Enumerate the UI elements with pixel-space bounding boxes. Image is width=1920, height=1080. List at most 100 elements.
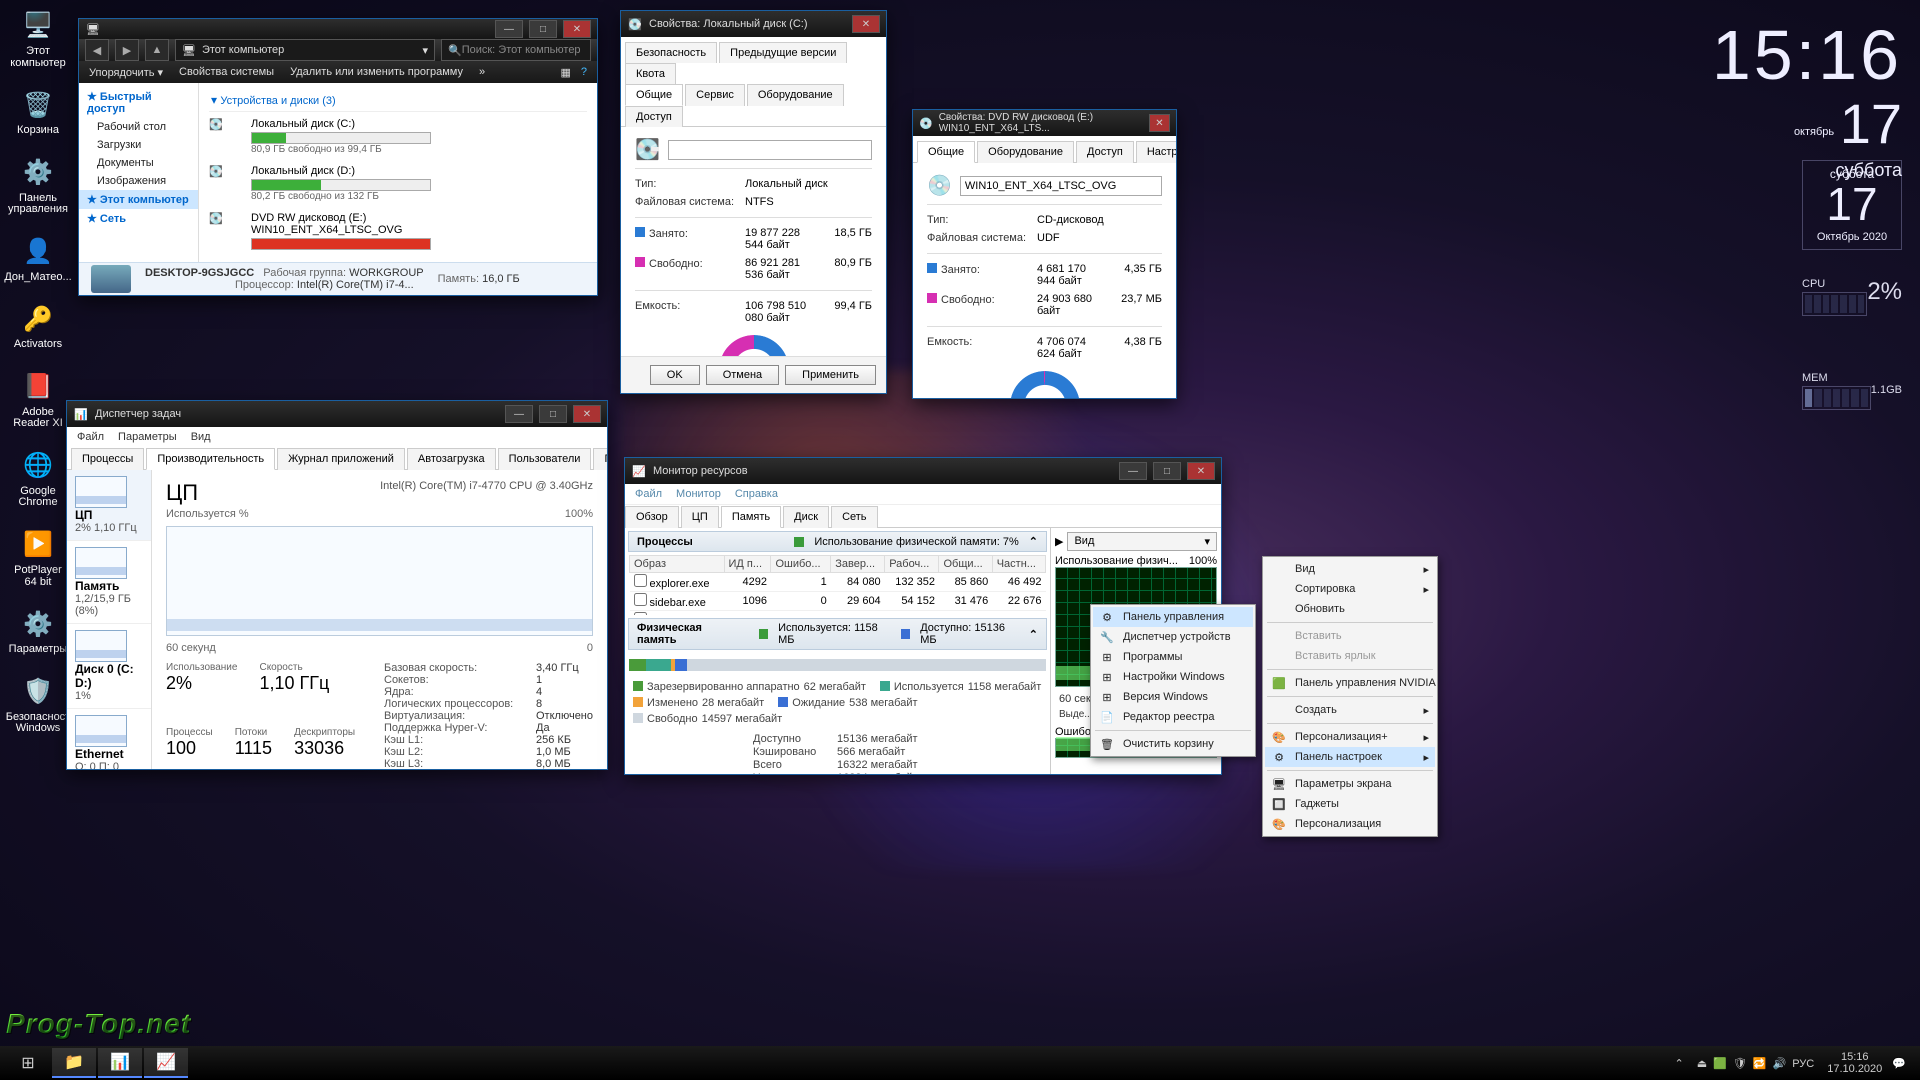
nav-item[interactable]: Загрузки xyxy=(79,136,198,154)
menu-item[interactable]: Файл xyxy=(635,488,662,500)
tab[interactable]: Память xyxy=(721,506,781,528)
menu-item[interactable]: Вид xyxy=(191,431,211,443)
desktop-icon[interactable]: 🛡️Безопасност Windows xyxy=(8,674,68,735)
command-item[interactable]: Упорядочить ▾ xyxy=(89,66,163,79)
perf-tile[interactable]: Память1,2/15,9 ГБ (8%) xyxy=(67,541,151,624)
command-item[interactable]: Удалить или изменить программу xyxy=(290,66,463,78)
titlebar[interactable]: 📊Диспетчер задач—□✕ xyxy=(67,401,607,427)
drive-item[interactable]: 💽Локальный диск (D:)80,2 ГБ свободно из … xyxy=(209,165,439,202)
context-item[interactable]: Вид▸ xyxy=(1265,559,1435,579)
menu-item[interactable]: Монитор xyxy=(676,488,721,500)
desktop-icon[interactable]: 🗑️Корзина xyxy=(8,87,68,137)
command-item[interactable]: » xyxy=(479,66,485,78)
minimize-button[interactable]: — xyxy=(1119,462,1147,480)
taskbar-taskmgr[interactable]: 📊 xyxy=(98,1048,142,1078)
maximize-button[interactable]: □ xyxy=(1153,462,1181,480)
context-item[interactable]: 🔧Диспетчер устройств xyxy=(1093,627,1253,647)
context-item[interactable]: ⊞Настройки Windows xyxy=(1093,667,1253,687)
tray-icon[interactable]: 🔊 xyxy=(1773,1058,1787,1070)
nav-item[interactable]: Рабочий стол xyxy=(79,118,198,136)
close-button[interactable]: ✕ xyxy=(1149,114,1170,132)
memory-section-header[interactable]: Физическая памятьИспользуется: 1158 МБДо… xyxy=(628,618,1047,650)
close-button[interactable]: ✕ xyxy=(563,20,591,38)
expand-icon[interactable]: ▶ xyxy=(1055,535,1063,548)
minimize-button[interactable]: — xyxy=(495,20,523,38)
col-header[interactable]: Ошибо... xyxy=(771,556,831,573)
maximize-button[interactable]: □ xyxy=(539,405,567,423)
tab[interactable]: Безопасность xyxy=(625,42,717,63)
perf-tile[interactable]: ЦП2% 1,10 ГГц xyxy=(67,470,151,541)
collapse-icon[interactable]: ⌃ xyxy=(1029,535,1038,548)
table-row[interactable]: explorer.exe4292184 080132 35285 86046 4… xyxy=(630,573,1046,592)
menu-bar[interactable]: ФайлПараметрыВид xyxy=(67,427,607,447)
context-item[interactable]: 🖥Параметры экрана xyxy=(1265,774,1435,794)
context-item[interactable]: ⊞Версия Windows xyxy=(1093,687,1253,707)
context-item[interactable]: 🗑Очистить корзину xyxy=(1093,734,1253,754)
titlebar[interactable]: 💽Свойства: Локальный диск (C:)✕ xyxy=(621,11,886,37)
titlebar[interactable]: 📈Монитор ресурсов—□✕ xyxy=(625,458,1221,484)
command-item[interactable]: Свойства системы xyxy=(179,66,274,78)
taskbar[interactable]: ⊞ 📁 📊 📈 ⌃ ⏏🟩🛡🔁🔊РУС 15:1617.10.2020 💬 xyxy=(0,1046,1920,1080)
col-header[interactable]: Частн... xyxy=(992,556,1045,573)
tab[interactable]: Пользователи xyxy=(498,448,592,470)
col-header[interactable]: Образ xyxy=(630,556,725,573)
tab[interactable]: Журнал приложений xyxy=(277,448,405,470)
back-button[interactable]: ◀ xyxy=(85,39,109,61)
desktop-icon[interactable]: ▶️PotPlayer 64 bit xyxy=(8,527,68,588)
search-input[interactable]: 🔍 Поиск: Этот компьютер xyxy=(441,39,591,61)
tab[interactable]: Процессы xyxy=(71,448,144,470)
drive-item[interactable]: 💽Локальный диск (C:)80,9 ГБ свободно из … xyxy=(209,118,439,155)
view-icon[interactable]: ▦ xyxy=(560,66,570,79)
desktop-icon[interactable]: 🔑Activators xyxy=(8,301,68,351)
help-icon[interactable]: ? xyxy=(581,66,587,78)
maximize-button[interactable]: □ xyxy=(529,20,557,38)
desktop-icon[interactable]: ⚙️Параметры xyxy=(8,606,68,656)
tab[interactable]: Доступ xyxy=(1076,141,1134,163)
col-header[interactable]: Завер... xyxy=(831,556,885,573)
tab[interactable]: Подробности xyxy=(593,448,607,470)
tab[interactable]: Сервис xyxy=(685,84,745,106)
nav-item[interactable]: ★ Сеть xyxy=(79,209,198,228)
tab[interactable]: Предыдущие версии xyxy=(719,42,847,63)
col-header[interactable]: Рабоч... xyxy=(885,556,939,573)
tray-icon[interactable]: 🔁 xyxy=(1753,1058,1767,1070)
system-tray[interactable]: ⌃ ⏏🟩🛡🔁🔊РУС 15:1617.10.2020 💬 xyxy=(1675,1051,1915,1075)
context-item[interactable]: 🟩Панель управления NVIDIA xyxy=(1265,673,1435,693)
context-item[interactable]: 🔲Гаджеты xyxy=(1265,794,1435,814)
menu-item[interactable]: Справка xyxy=(735,488,778,500)
close-button[interactable]: ✕ xyxy=(852,15,880,33)
close-button[interactable]: ✕ xyxy=(1187,462,1215,480)
tab[interactable]: Автозагрузка xyxy=(407,448,496,470)
tab[interactable]: Сеть xyxy=(831,506,877,528)
tray-icon[interactable]: 🟩 xyxy=(1713,1058,1727,1070)
desktop-icon[interactable]: 🖥️Этот компьютер xyxy=(8,8,68,69)
tab[interactable]: Диск xyxy=(783,506,829,528)
context-item[interactable]: 🎨Персонализация+▸ xyxy=(1265,727,1435,747)
tab[interactable]: Общие xyxy=(917,141,975,163)
dialog-button[interactable]: OK xyxy=(650,365,700,385)
nav-item[interactable]: Документы xyxy=(79,154,198,172)
volume-name-field[interactable] xyxy=(668,140,872,160)
context-item[interactable]: ⊞Программы xyxy=(1093,647,1253,667)
address-bar[interactable]: 🖥 Этот компьютер▾ xyxy=(175,39,435,61)
context-item[interactable]: ⚙Панель настроек▸ xyxy=(1265,747,1435,767)
context-item[interactable]: 📄Редактор реестра xyxy=(1093,707,1253,727)
tab[interactable]: Обзор xyxy=(625,506,679,528)
tray-icon[interactable]: ⏏ xyxy=(1697,1058,1707,1070)
tab[interactable]: ЦП xyxy=(681,506,719,528)
menu-item[interactable]: Параметры xyxy=(118,431,177,443)
col-header[interactable]: Общи... xyxy=(939,556,992,573)
tab[interactable]: Квота xyxy=(625,63,676,84)
tray-chevron-icon[interactable]: ⌃ xyxy=(1675,1057,1684,1070)
perf-tile[interactable]: Диск 0 (C: D:)1% xyxy=(67,624,151,709)
up-button[interactable]: ▲ xyxy=(145,39,169,61)
collapse-icon[interactable]: ⌃ xyxy=(1029,628,1038,641)
tray-icon[interactable]: 🛡 xyxy=(1733,1058,1747,1070)
tab[interactable]: Настройка xyxy=(1136,141,1176,163)
context-item[interactable]: Сортировка▸ xyxy=(1265,579,1435,599)
minimize-button[interactable]: — xyxy=(505,405,533,423)
tray-icon[interactable]: РУС xyxy=(1792,1058,1814,1070)
desktop-icon[interactable]: 👤Дон_Матео... xyxy=(8,234,68,284)
taskbar-explorer[interactable]: 📁 xyxy=(52,1048,96,1078)
context-item[interactable]: 🎨Персонализация xyxy=(1265,814,1435,834)
